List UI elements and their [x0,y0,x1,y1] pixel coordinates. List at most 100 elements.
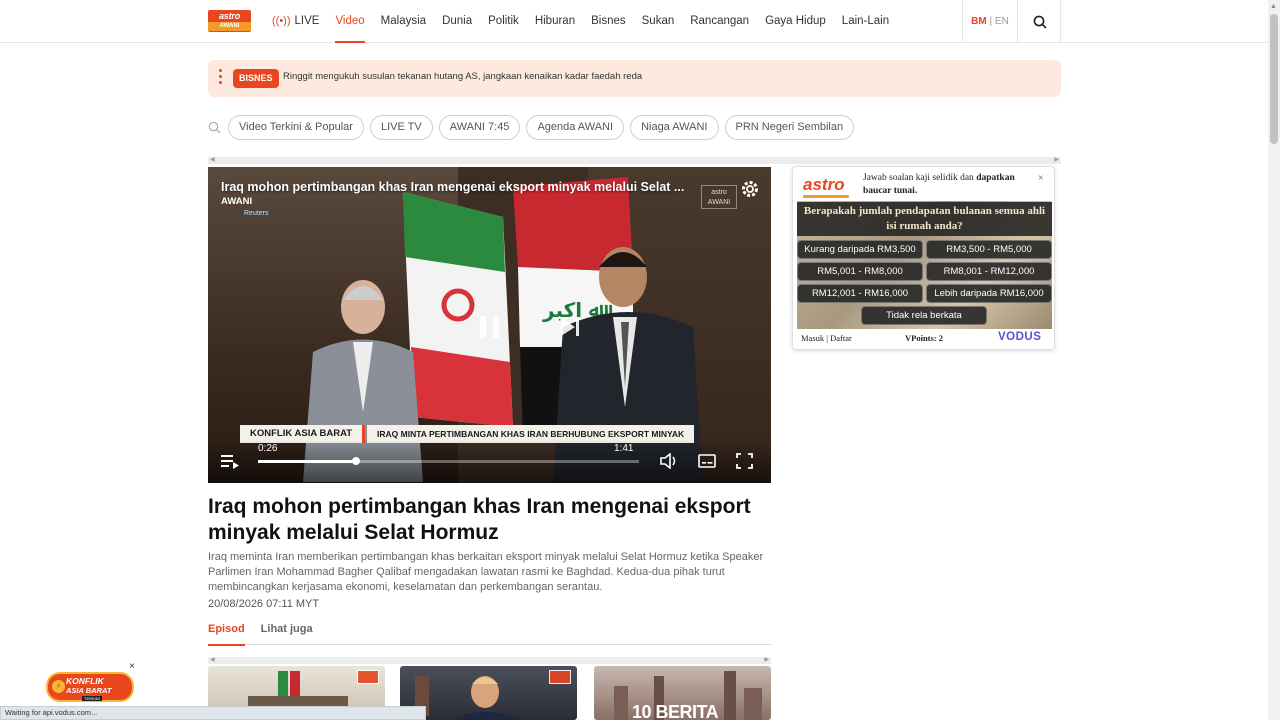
lightning-icon: ⚡ [52,680,65,693]
nav-item-sukan[interactable]: Sukan [642,0,675,43]
pill-niaga-awani[interactable]: Niaga AWANI [630,114,719,140]
site-header: astro AWANI ((•)) LIVE Video Malaysia Dun… [0,0,1268,43]
nav-item-politik[interactable]: Politik [488,0,519,43]
watermark-line-1: astro [711,189,727,196]
search-button[interactable] [1019,0,1061,43]
survey-astro-logo: astro [803,175,849,198]
ticker-dots-icon [219,69,222,87]
article-date: 20/08/2026 07:11 MYT [208,598,320,610]
survey-option[interactable]: Kurang daripada RM3,500 [797,240,923,259]
floating-konflik-badge[interactable]: ⚡ KONFLIK ASIA BARAT TERKINI [46,672,134,702]
seek-bar[interactable] [258,457,639,465]
seek-bar-progress [258,460,356,463]
pill-live-tv[interactable]: LIVE TV [369,114,433,140]
current-time: 0:26 [258,443,278,454]
badge-line-3: TERKINI [82,696,102,701]
tab-episod[interactable]: Episod [208,620,245,646]
video-credit: Reuters [241,209,272,218]
watermark-line-2: AWANI [707,199,731,206]
pill-awani-745[interactable]: AWANI 7:45 [438,114,521,140]
vodus-logo[interactable]: VODUS [998,331,1041,343]
volume-icon[interactable] [660,453,678,469]
breaking-news-ticker[interactable]: BISNES Ringgit mengukuh susulan tekanan … [208,60,1061,97]
fullscreen-icon[interactable] [736,453,753,469]
video-source: AWANI [221,196,253,207]
scrollbar-thumb[interactable] [1270,14,1278,144]
search-icon[interactable] [208,121,221,134]
survey-option[interactable]: RM3,500 - RM5,000 [926,240,1052,259]
episode-thumbnail[interactable] [400,666,577,720]
badge-line-2: ASIA BARAT [66,686,112,695]
search-icon [1033,15,1047,29]
survey-question: Berapakah jumlah pendapatan bulanan semu… [797,202,1052,236]
survey-prompt-bold-2: baucar tunai. [863,186,918,196]
survey-vpoints: VPoints: 2 [905,333,944,343]
survey-option[interactable]: Lebih daripada RM16,000 [926,284,1052,303]
nav-item-rancangan[interactable]: Rancangan [690,0,749,43]
episode-horizontal-scrollbar[interactable]: ◀ ▶ [208,657,771,664]
pill-video-terkini[interactable]: Video Terkini & Popular [228,114,364,140]
survey-option[interactable]: Tidak rela berkata [861,306,987,325]
ticker-headline[interactable]: Ringgit mengukuh susulan tekanan hutang … [283,71,642,82]
close-icon[interactable]: × [1038,173,1044,184]
channel-watermark: astro AWANI [701,185,737,209]
nav-item-gaya-hidup[interactable]: Gaya Hidup [765,0,826,43]
astro-awani-logo[interactable]: astro AWANI [208,10,251,32]
badge-line-1: KONFLIK [66,676,104,686]
nav-live[interactable]: ((•)) LIVE [272,0,319,43]
logo-line-2: AWANI [208,22,251,31]
nav-live-label: LIVE [294,15,320,27]
survey-option[interactable]: RM8,001 - RM12,000 [926,262,1052,281]
playlist-icon[interactable] [221,453,239,469]
video-controls: 0:26 1:41 [208,439,771,483]
skip-next-icon[interactable] [558,315,582,339]
video-category-pills: Video Terkini & Popular LIVE TV AWANI 7:… [208,114,860,140]
nav-item-dunia[interactable]: Dunia [442,0,472,43]
content-horizontal-scrollbar[interactable]: ◀ ▶ [208,157,1061,164]
language-switch: BM | EN [962,0,1018,43]
nav-item-hiburan[interactable]: Hiburan [535,0,575,43]
close-icon[interactable]: × [129,661,135,672]
nav-item-lain-lain[interactable]: Lain-Lain [842,0,889,43]
browser-status-bar: Waiting for api.vodus.com... [0,706,426,720]
video-duration: 1:41 [614,443,634,454]
survey-prompt: Jawab soalan kaji selidik dan dapatkan ba… [863,172,1043,198]
video-title: Iraq mohon pertimbangan khas Iran mengen… [221,180,685,194]
broadcast-icon: ((•)) [272,15,291,27]
vodus-survey-widget: astro Jawab soalan kaji selidik dan dapa… [792,166,1055,350]
article-tabs: Episod Lihat juga [208,620,771,646]
video-player[interactable]: ﷲ اكبر Iraq mohon pertimbangan khas Iran… [208,167,771,483]
scroll-left-icon[interactable]: ◀ [210,156,215,163]
nav-item-bisnes[interactable]: Bisnes [591,0,626,43]
survey-option[interactable]: RM12,001 - RM16,000 [797,284,923,303]
logo-line-1: astro [218,11,240,21]
gear-icon[interactable] [740,179,760,199]
channel-tag-icon [549,670,571,684]
survey-prompt-text: Jawab soalan kaji selidik dan [863,173,977,183]
lang-bm[interactable]: BM [971,16,987,27]
thumbnail-overlay-text: 10 BERITA [632,702,719,720]
survey-login-links[interactable]: Masuk | Daftar [801,333,852,343]
subtitles-icon[interactable] [698,453,716,469]
survey-prompt-bold-1: dapatkan [976,173,1015,183]
article-description: Iraq meminta Iran memberikan pertimbanga… [208,551,764,593]
channel-tag-icon [357,670,379,684]
pause-icon[interactable] [478,314,502,340]
survey-option[interactable]: RM5,001 - RM8,000 [797,262,923,281]
pill-agenda-awani[interactable]: Agenda AWANI [526,114,625,140]
page-scrollbar[interactable]: ▲ [1268,0,1280,720]
nav-item-video[interactable]: Video [335,0,365,43]
scroll-up-arrow-icon[interactable]: ▲ [1270,3,1277,10]
seek-bar-handle[interactable] [351,457,360,465]
pill-prn-negeri-sembilan[interactable]: PRN Negeri Sembilan [724,114,855,140]
ticker-category-badge: BISNES [233,69,279,88]
scroll-right-icon[interactable]: ▶ [1054,156,1059,163]
lang-en[interactable]: EN [995,16,1009,27]
main-nav: ((•)) LIVE Video Malaysia Dunia Politik H… [272,0,905,43]
lang-separator: | [989,16,993,27]
scroll-left-icon[interactable]: ◀ [210,656,215,663]
episode-thumbnail[interactable]: 10 BERITA [594,666,771,720]
scroll-right-icon[interactable]: ▶ [764,656,769,663]
nav-item-malaysia[interactable]: Malaysia [381,0,426,43]
tab-lihat-juga[interactable]: Lihat juga [261,620,313,645]
